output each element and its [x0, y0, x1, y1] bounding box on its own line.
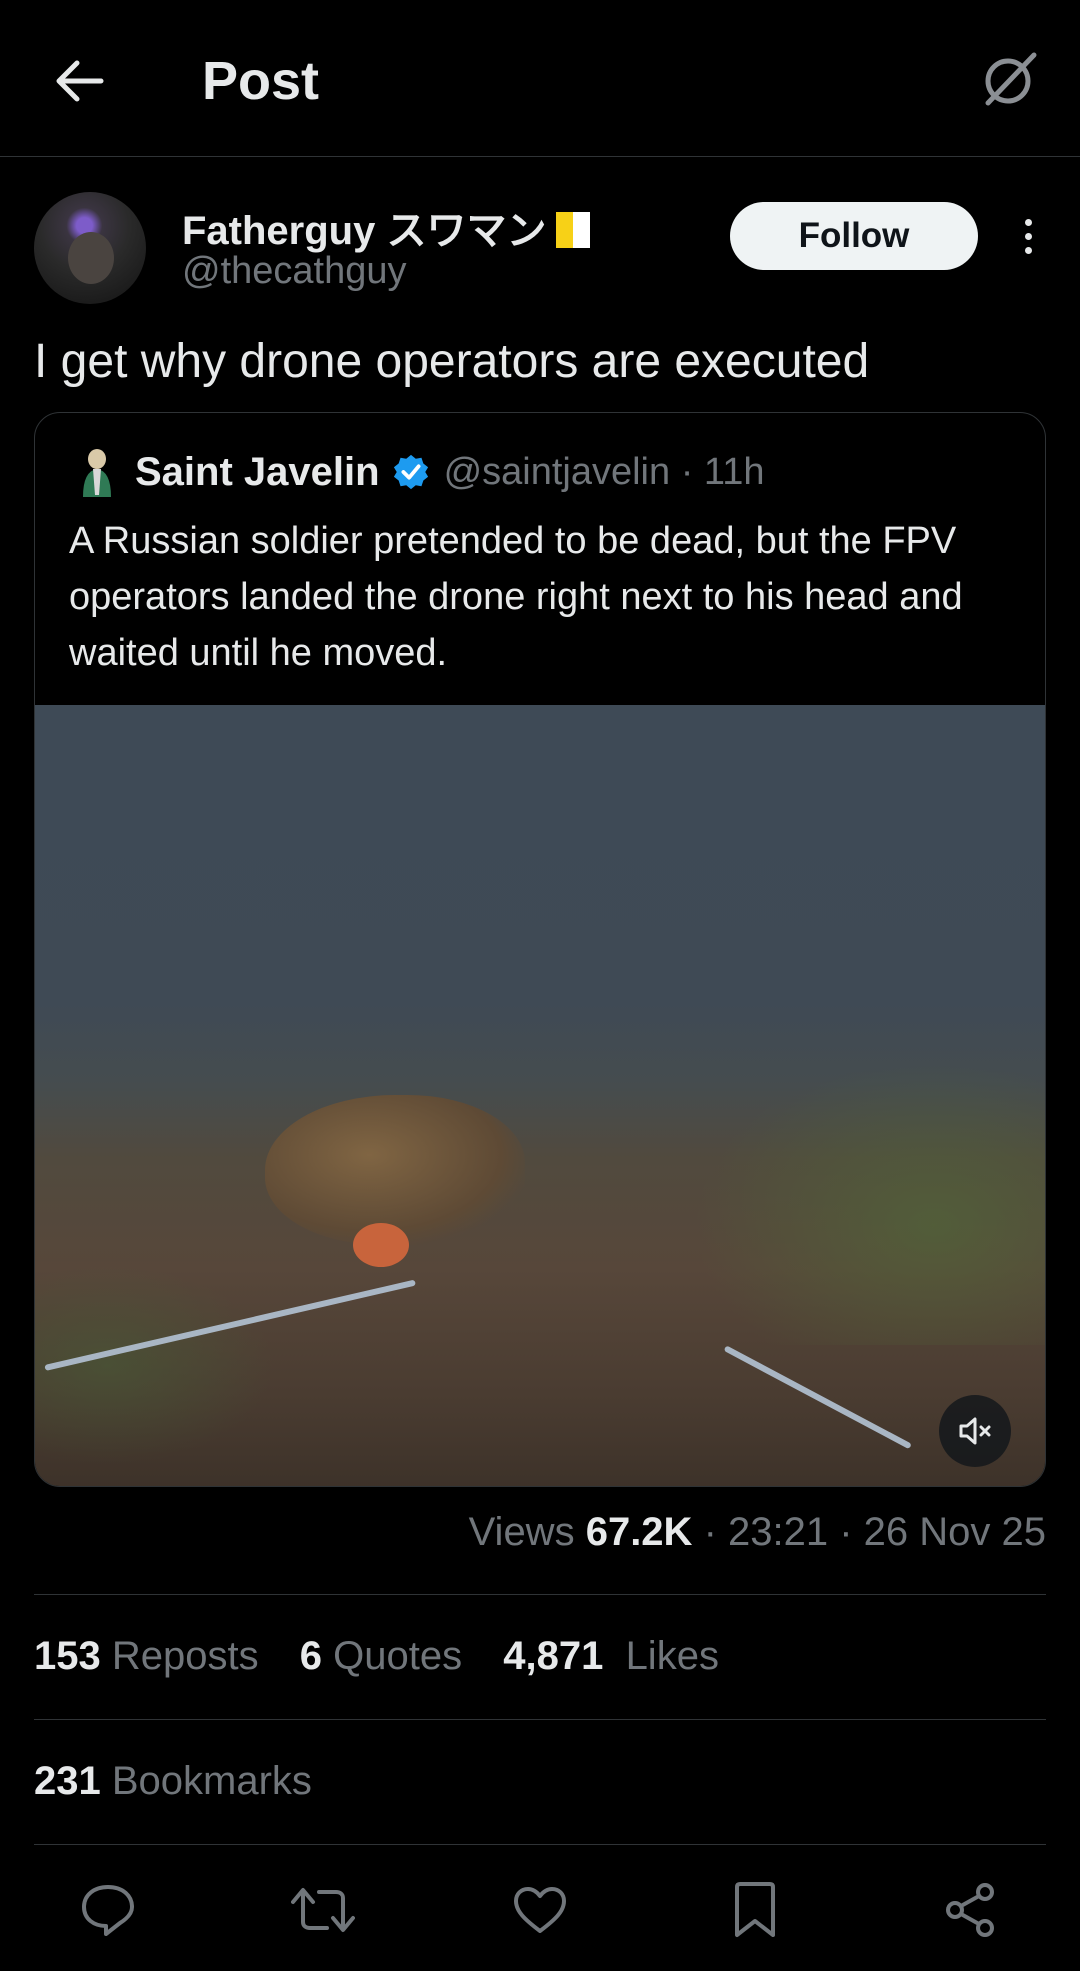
engagement-stats: 153 Reposts 6 Quotes 4,871 Likes: [34, 1634, 749, 1679]
author-name-text: Fatherguy スワマン: [182, 209, 547, 253]
quoted-post-header: Saint Javelin @saintjavelin · 11h: [75, 447, 764, 497]
views-label: Views: [468, 1510, 575, 1554]
quotes-stat[interactable]: 6 Quotes: [300, 1634, 462, 1678]
repost-button[interactable]: [288, 1875, 358, 1945]
quoted-post-text: A Russian soldier pretended to be dead, …: [69, 520, 963, 674]
avatar[interactable]: [34, 192, 146, 304]
vatican-flag-icon: [556, 212, 591, 248]
top-bar: Post: [0, 0, 1080, 157]
likes-stat[interactable]: 4,871 Likes: [503, 1634, 719, 1678]
like-button[interactable]: [505, 1875, 575, 1945]
divider: [34, 1844, 1046, 1845]
mute-button[interactable]: [939, 1395, 1011, 1467]
reposts-stat[interactable]: 153 Reposts: [34, 1634, 259, 1678]
mute-icon: [959, 1417, 991, 1445]
share-button[interactable]: [936, 1875, 1006, 1945]
divider: [34, 1594, 1046, 1595]
bookmarks-stat[interactable]: 231 Bookmarks: [34, 1759, 312, 1804]
bookmark-button[interactable]: [720, 1875, 790, 1945]
bookmark-icon: [735, 1882, 775, 1937]
quoted-author-name: Saint Javelin: [135, 449, 380, 494]
grok-button[interactable]: [975, 44, 1045, 114]
post-meta: Views 67.2K · 23:21 · 26 Nov 25: [469, 1510, 1046, 1555]
author-handle[interactable]: @thecathguy: [182, 250, 407, 293]
author-name[interactable]: Fatherguy スワマン: [182, 198, 591, 256]
views-count[interactable]: 67.2K: [586, 1510, 693, 1554]
reply-button[interactable]: [73, 1875, 143, 1945]
page-title: Post: [202, 51, 320, 111]
action-bar: [0, 1875, 1080, 1955]
post-author: Fatherguy スワマン @thecathguy Follow: [34, 192, 1046, 304]
quoted-post[interactable]: Saint Javelin @saintjavelin · 11h A Russ…: [34, 412, 1046, 1487]
back-arrow-icon: [56, 60, 104, 102]
post-text: I get why drone operators are executed: [34, 335, 870, 388]
back-button[interactable]: [44, 46, 114, 116]
divider: [34, 1719, 1046, 1720]
like-icon: [514, 1887, 566, 1933]
more-icon[interactable]: [1010, 208, 1046, 264]
video-player[interactable]: [35, 705, 1045, 1486]
follow-button[interactable]: Follow: [730, 202, 978, 270]
repost-icon: [291, 1888, 355, 1932]
verified-badge-icon: [393, 454, 428, 490]
post-timestamp: · 23:21 · 26 Nov 25: [703, 1510, 1046, 1554]
grok-icon: [985, 52, 1037, 106]
reply-icon: [82, 1885, 134, 1936]
quoted-avatar: [75, 447, 119, 497]
share-icon: [946, 1883, 994, 1937]
quoted-handle-time: @saintjavelin · 11h: [443, 450, 765, 493]
